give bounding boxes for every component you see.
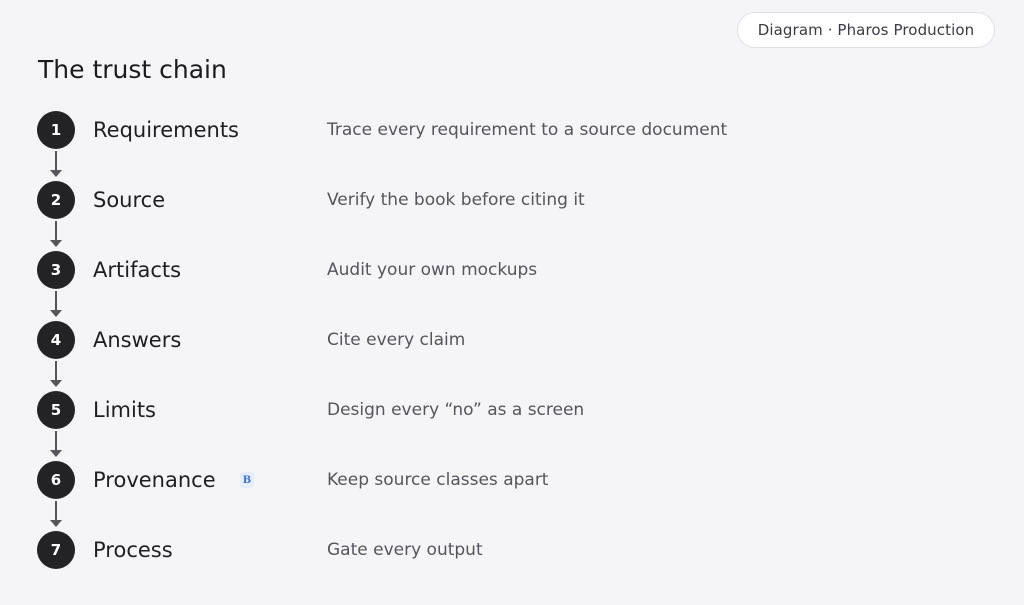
step-number-badge: 4 [37, 321, 75, 359]
step-number-badge: 2 [37, 181, 75, 219]
down-arrow-icon [50, 501, 62, 528]
step-label: Source [93, 188, 166, 212]
diagram-source-badge: Diagram · Pharos Production [737, 12, 995, 48]
diagram-title: The trust chain [38, 55, 227, 84]
down-arrow-icon [50, 361, 62, 388]
step-7: 7 Process Gate every output [0, 531, 1024, 569]
step-description: Trace every requirement to a source docu… [327, 120, 728, 140]
step-description: Cite every claim [327, 330, 466, 350]
step-2: 2 Source Verify the book before citing i… [0, 181, 1024, 219]
step-label: Answers [93, 328, 182, 352]
step-description: Gate every output [327, 540, 483, 560]
step-label: Limits [93, 398, 156, 422]
step-3: 3 Artifacts Audit your own mockups [0, 251, 1024, 289]
down-arrow-icon [50, 221, 62, 248]
step-number-badge: 3 [37, 251, 75, 289]
step-label: Provenance [93, 468, 216, 492]
step-description: Design every “no” as a screen [327, 400, 585, 420]
step-description: Verify the book before citing it [327, 190, 585, 210]
step-5: 5 Limits Design every “no” as a screen [0, 391, 1024, 429]
down-arrow-icon [50, 151, 62, 178]
down-arrow-icon [50, 431, 62, 458]
down-arrow-icon [50, 291, 62, 318]
step-4: 4 Answers Cite every claim [0, 321, 1024, 359]
step-6: 6 Provenance B Keep source classes apart [0, 461, 1024, 499]
step-number-badge: 7 [37, 531, 75, 569]
step-number-badge: 5 [37, 391, 75, 429]
step-number-badge: 1 [37, 111, 75, 149]
step-description: Audit your own mockups [327, 260, 538, 280]
step-label: Artifacts [93, 258, 182, 282]
source-class-tag: B [240, 472, 254, 488]
step-description: Keep source classes apart [327, 470, 549, 490]
step-label: Requirements [93, 118, 239, 142]
step-label: Process [93, 538, 173, 562]
step-1: 1 Requirements Trace every requirement t… [0, 111, 1024, 149]
step-number-badge: 6 [37, 461, 75, 499]
